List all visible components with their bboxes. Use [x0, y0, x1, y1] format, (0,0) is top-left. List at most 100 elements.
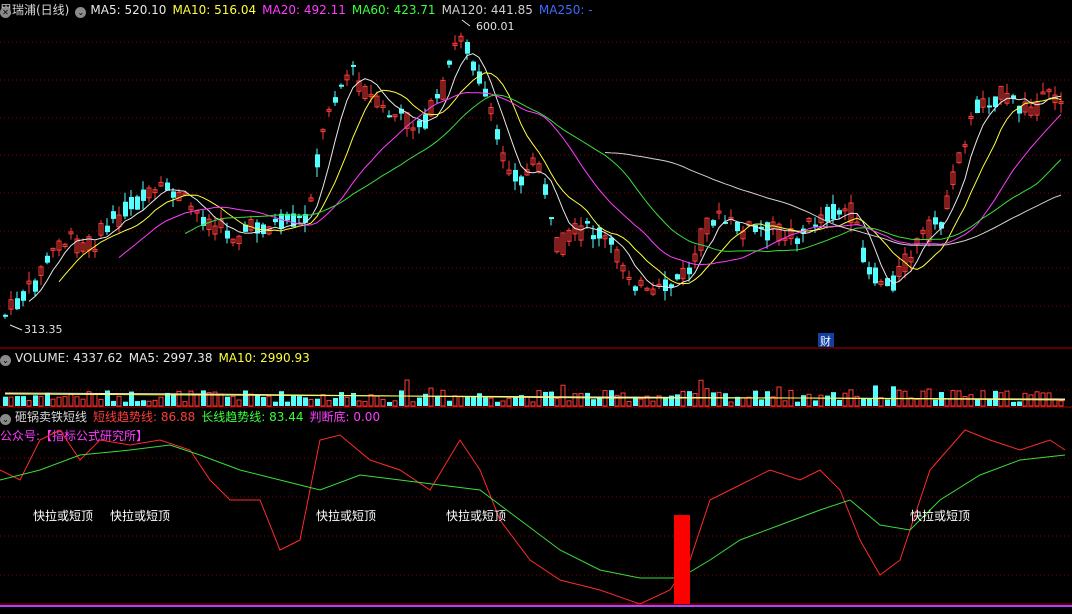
volume-bar — [842, 392, 848, 407]
volume-bar — [825, 395, 830, 406]
volume-ma-line — [4, 393, 1066, 401]
candle-body — [471, 61, 476, 71]
volume-bar — [759, 399, 764, 406]
candle-body — [825, 206, 830, 222]
volume-bar — [326, 399, 332, 407]
volume-bar — [716, 391, 722, 407]
volume-bar — [428, 387, 434, 407]
volume-bar — [1017, 401, 1022, 406]
volume-bar — [362, 400, 368, 407]
candle-body — [837, 210, 842, 215]
volume-bar — [33, 395, 38, 406]
volume-bar — [933, 399, 938, 406]
volume-bar — [723, 393, 728, 406]
candle-body — [543, 184, 548, 195]
volume-bar — [452, 395, 458, 407]
volume-bar — [435, 395, 440, 406]
volume-bar — [392, 400, 398, 407]
volume-bar — [591, 399, 596, 406]
volume-bar — [351, 392, 356, 406]
candle-body — [465, 42, 470, 54]
volume-bar — [261, 396, 266, 406]
volume-bar — [818, 394, 824, 407]
candle-body — [315, 154, 320, 168]
candle-body — [795, 238, 800, 244]
event-marker-label: 财 — [820, 334, 831, 348]
volume-bar — [315, 398, 320, 406]
top-signal-label: 快拉或短顶 — [33, 508, 93, 523]
volume-bar — [440, 389, 446, 407]
candle-body — [633, 286, 638, 291]
volume-bar — [765, 391, 770, 406]
candle-body — [33, 280, 38, 292]
candle-body — [519, 176, 524, 186]
kline-chart[interactable]: 600.01 313.35 财快拉或短顶 快拉或短顶 快拉或短顶 快拉或短顶 快拉或短顶 — [0, 0, 1072, 614]
candle-body — [765, 222, 770, 241]
candle-body — [663, 279, 668, 292]
candle-body — [447, 60, 452, 65]
volume-bar — [813, 400, 818, 406]
volume-bar — [806, 393, 812, 407]
volume-bar — [291, 395, 296, 406]
volume-bar — [698, 379, 704, 407]
volume-bar — [782, 400, 788, 407]
volume-bar — [549, 391, 554, 406]
volume-bar — [975, 398, 980, 406]
volume-bar — [21, 396, 26, 406]
candle-body — [105, 225, 110, 233]
volume-bar — [1028, 394, 1034, 407]
volume-bar — [230, 395, 236, 407]
volume-bar — [471, 396, 476, 406]
candle-body — [141, 189, 146, 201]
volume-bar — [123, 401, 128, 406]
candle-body — [129, 197, 134, 210]
volume-bar — [962, 395, 968, 407]
bottom-signal-bar — [674, 515, 690, 604]
candle-body — [351, 64, 356, 67]
volume-bar — [374, 395, 380, 407]
candle-body — [867, 267, 872, 275]
volume-bar — [524, 396, 530, 407]
candle-body — [495, 129, 500, 140]
volume-bar — [285, 401, 290, 406]
top-signal-label: 快拉或短顶 — [446, 508, 506, 523]
candle-body — [591, 235, 596, 240]
candle-body — [339, 84, 344, 87]
candle-body — [585, 221, 590, 224]
volume-bar — [344, 396, 350, 407]
high-price-label: 600.01 — [476, 20, 515, 33]
volume-bar — [926, 388, 932, 407]
volume-bar — [861, 398, 866, 406]
volume-bar — [837, 399, 842, 406]
volume-bar — [746, 396, 752, 407]
volume-bar — [38, 396, 44, 407]
volume-bar — [885, 399, 890, 406]
volume-bar — [578, 393, 584, 407]
top-signal-label: 快拉或短顶 — [316, 508, 376, 523]
volume-bar — [236, 399, 242, 407]
candle-body — [513, 169, 518, 182]
candle-body — [831, 204, 836, 219]
volume-bar — [447, 400, 452, 406]
volume-bar — [182, 401, 188, 407]
candle-body — [21, 291, 26, 301]
volume-bar — [111, 400, 116, 406]
volume-bar — [1058, 400, 1064, 407]
volume-bar — [141, 400, 146, 406]
candle-body — [171, 191, 176, 198]
volume-bar — [680, 391, 686, 407]
volume-bar — [566, 400, 572, 407]
volume-bar — [740, 397, 746, 407]
candle-body — [45, 255, 50, 263]
volume-bar — [867, 398, 872, 406]
candle-body — [165, 182, 170, 191]
volume-bar — [873, 385, 878, 406]
volume-bar — [536, 390, 542, 407]
volume-bar — [26, 400, 32, 407]
volume-bar — [62, 396, 68, 407]
volume-bar — [650, 400, 656, 407]
volume-bar — [560, 384, 566, 407]
candle-body — [735, 221, 740, 232]
volume-bar — [477, 393, 482, 406]
low-price-label: 313.35 — [24, 323, 63, 336]
